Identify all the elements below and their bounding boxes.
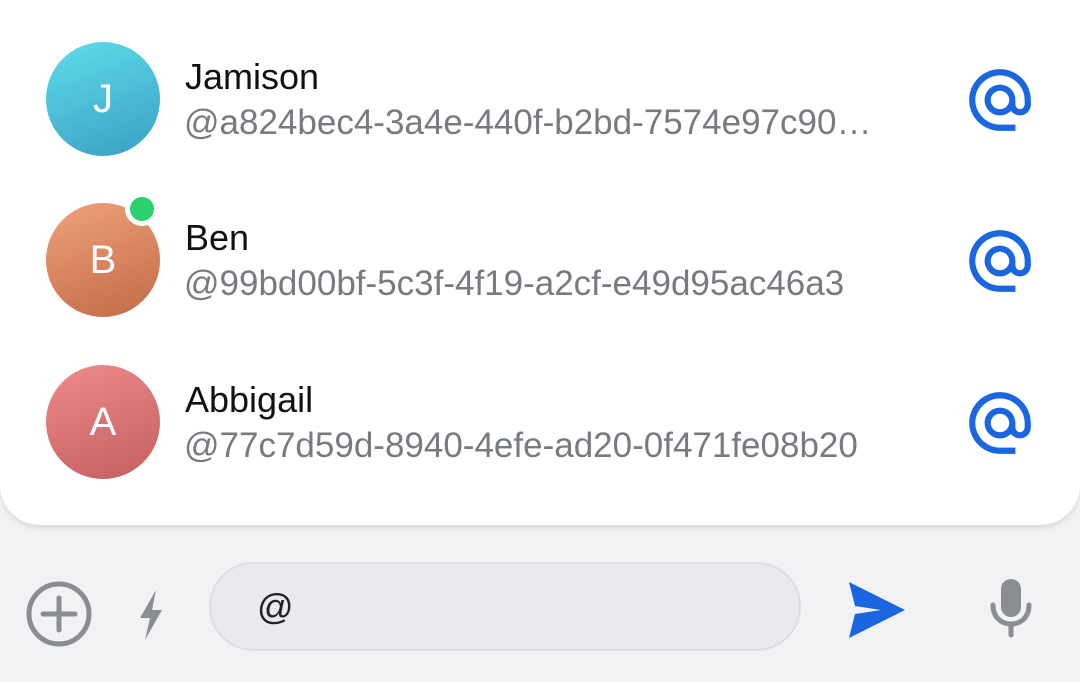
mention-user-button[interactable]: [960, 221, 1040, 301]
avatar-initial: J: [93, 76, 113, 121]
mention-screen: J Jamison @a824bec4-3a4e-440f-b2bd-7574e…: [0, 0, 1080, 682]
at-sign-icon: [969, 230, 1031, 292]
user-name: Abbigail: [185, 379, 314, 420]
user-handle: @99bd00bf-5c3f-4f19-a2cf-e49d95ac46a3: [184, 264, 845, 303]
user-handle: @77c7d59d-8940-4efe-ad20-0f471fe08b20: [184, 426, 858, 465]
send-icon: [849, 582, 905, 638]
at-sign-icon: [969, 69, 1031, 131]
avatar-initial: A: [89, 399, 117, 444]
quick-action-button[interactable]: [128, 585, 174, 645]
voice-record-button[interactable]: [978, 575, 1044, 641]
message-composer: [0, 525, 1080, 682]
user-handle: @a824bec4-3a4e-440f-b2bd-7574e97c90…: [184, 103, 872, 142]
attach-button[interactable]: [22, 577, 96, 651]
plus-circle-icon: [26, 581, 92, 647]
avatar: A: [46, 365, 160, 479]
mention-item-ben[interactable]: B Ben @99bd00bf-5c3f-4f19-a2cf-e49d95ac4…: [0, 192, 1080, 353]
avatar-initial: B: [89, 237, 117, 282]
microphone-icon: [990, 579, 1032, 638]
message-input[interactable]: [209, 562, 801, 651]
user-name: Jamison: [185, 56, 320, 97]
mention-user-button[interactable]: [960, 60, 1040, 140]
mention-item-abbigail[interactable]: A Abbigail @77c7d59d-8940-4efe-ad20-0f47…: [0, 365, 1080, 515]
mention-item-jamison[interactable]: J Jamison @a824bec4-3a4e-440f-b2bd-7574e…: [0, 42, 1080, 192]
user-name: Ben: [185, 217, 250, 258]
avatar: J: [46, 42, 160, 156]
mention-user-button[interactable]: [960, 383, 1040, 463]
send-button[interactable]: [838, 575, 912, 645]
online-status-dot: [125, 192, 159, 226]
lightning-icon: [140, 590, 162, 640]
at-sign-icon: [969, 392, 1031, 454]
mention-suggestion-panel: J Jamison @a824bec4-3a4e-440f-b2bd-7574e…: [0, 0, 1080, 525]
